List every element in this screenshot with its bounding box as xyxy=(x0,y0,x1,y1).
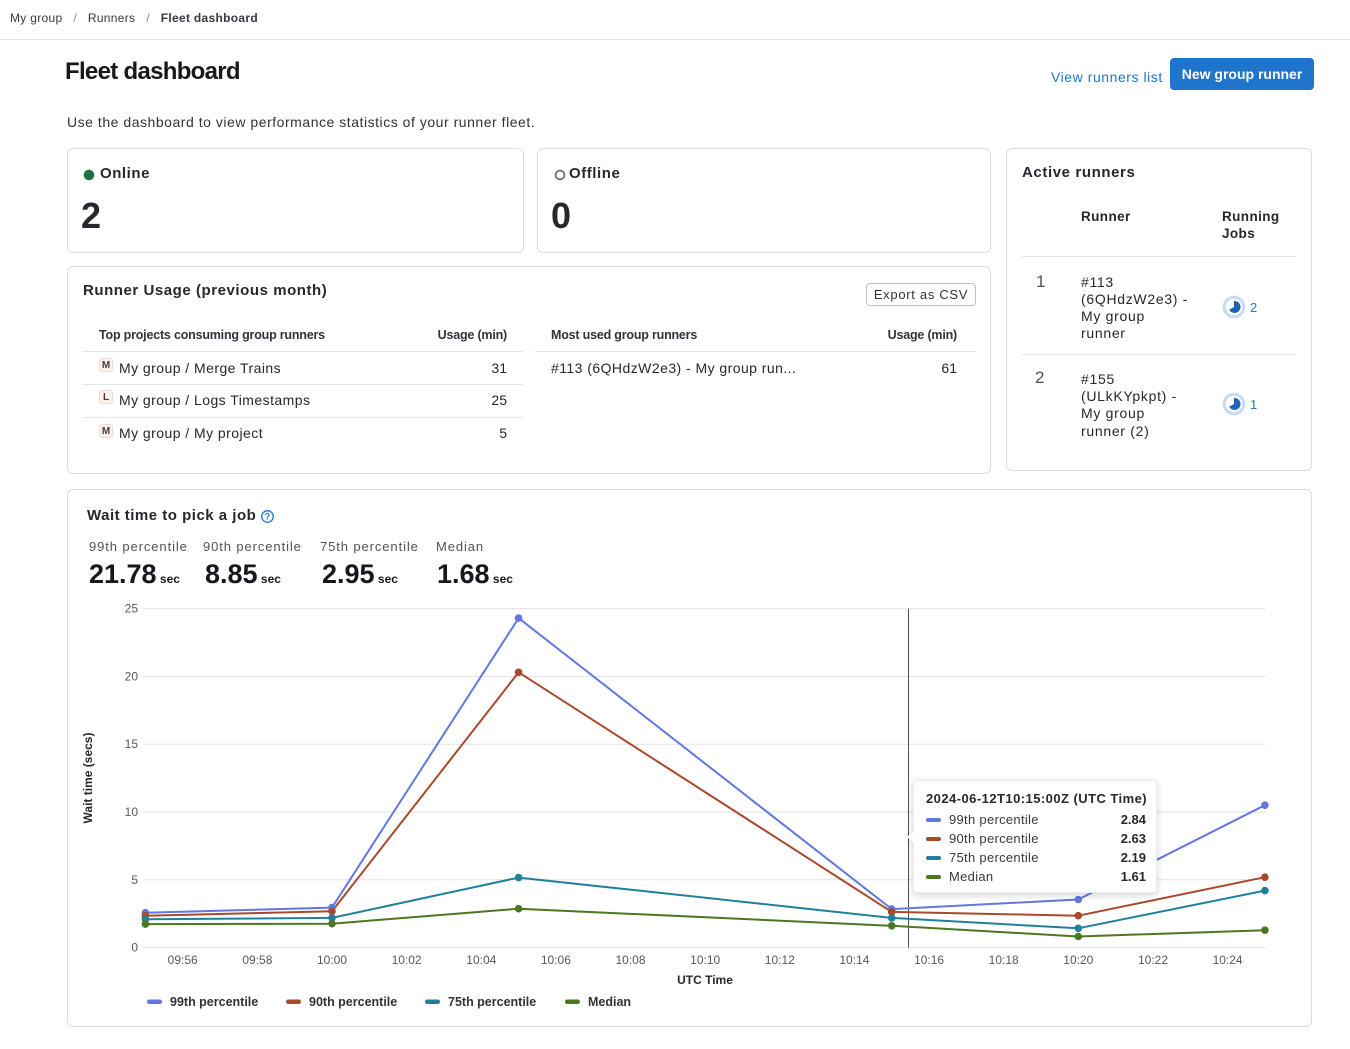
svg-text:09:58: 09:58 xyxy=(242,953,272,967)
svg-text:10:12: 10:12 xyxy=(765,953,795,967)
svg-text:10:14: 10:14 xyxy=(839,953,869,967)
svg-text:10:08: 10:08 xyxy=(615,953,645,967)
svg-text:UTC Time: UTC Time xyxy=(677,973,733,987)
svg-text:15: 15 xyxy=(125,737,139,751)
svg-text:09:56: 09:56 xyxy=(168,953,198,967)
svg-text:0: 0 xyxy=(131,941,138,955)
svg-text:Wait time (secs): Wait time (secs) xyxy=(81,733,95,824)
svg-text:10:02: 10:02 xyxy=(392,953,422,967)
svg-text:25: 25 xyxy=(125,602,139,616)
svg-text:90th percentile: 90th percentile xyxy=(309,995,397,1009)
svg-text:5: 5 xyxy=(131,873,138,887)
svg-text:10: 10 xyxy=(125,805,139,819)
svg-text:10:04: 10:04 xyxy=(466,953,496,967)
svg-text:10:18: 10:18 xyxy=(989,953,1019,967)
svg-text:99th percentile: 99th percentile xyxy=(170,995,258,1009)
svg-text:75th percentile: 75th percentile xyxy=(448,995,536,1009)
svg-text:10:06: 10:06 xyxy=(541,953,571,967)
svg-text:20: 20 xyxy=(125,669,139,683)
svg-text:10:10: 10:10 xyxy=(690,953,720,967)
svg-text:Median: Median xyxy=(588,995,631,1009)
svg-text:10:20: 10:20 xyxy=(1063,953,1093,967)
svg-text:10:16: 10:16 xyxy=(914,953,944,967)
svg-text:10:22: 10:22 xyxy=(1138,953,1168,967)
svg-text:10:00: 10:00 xyxy=(317,953,347,967)
svg-text:10:24: 10:24 xyxy=(1213,953,1243,967)
